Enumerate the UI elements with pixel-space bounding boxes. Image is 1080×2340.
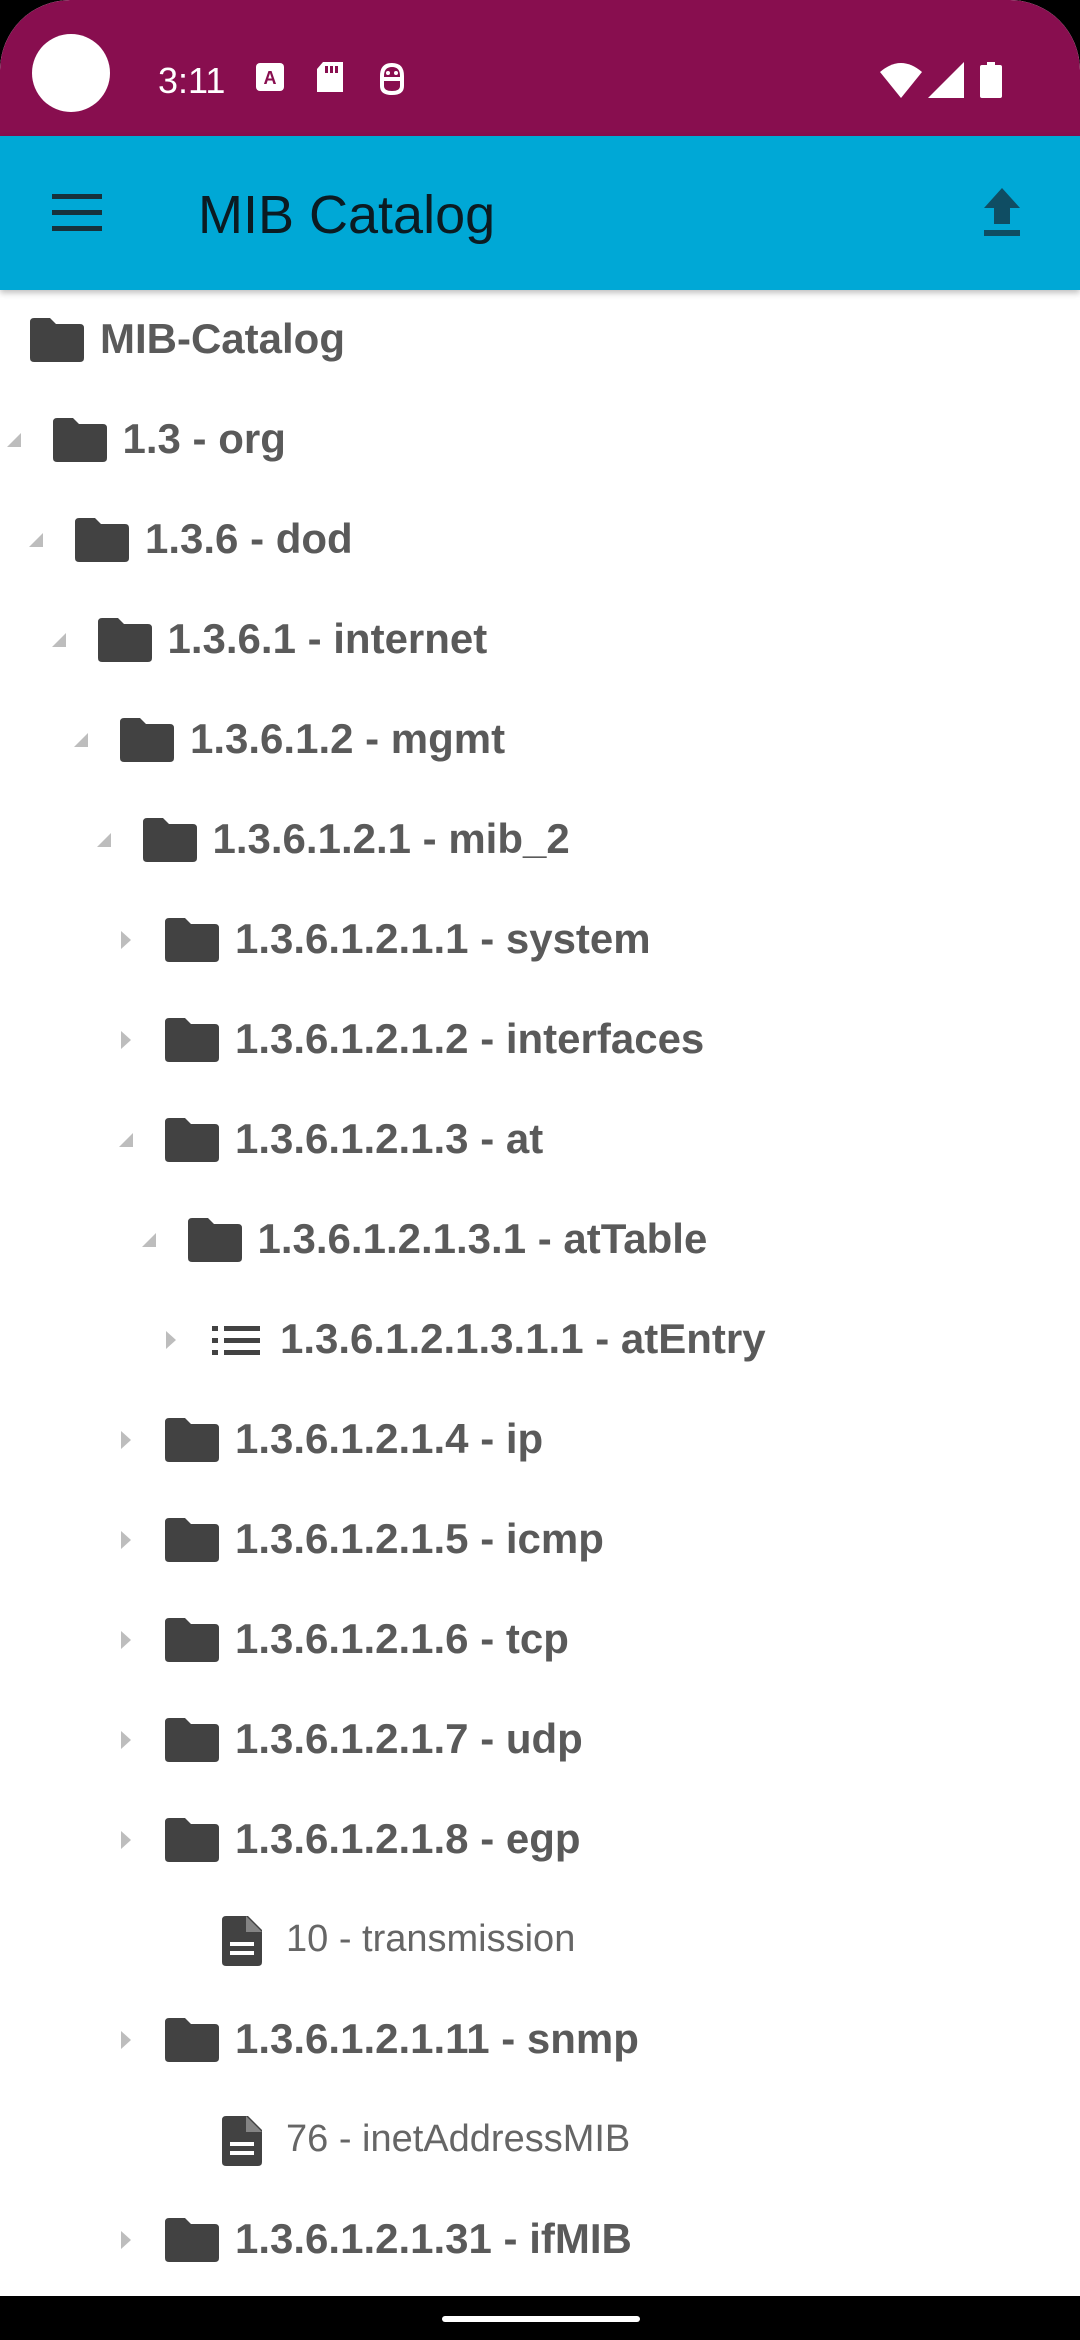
collapsed-arrow-icon[interactable] <box>111 1625 141 1655</box>
folder-icon <box>165 1618 219 1662</box>
tree-node[interactable]: 1.3.6.1.2.1.7 - udp <box>0 1690 1080 1790</box>
hamburger-menu-icon[interactable] <box>42 188 112 238</box>
tree-node-label: 76 - inetAddressMIB <box>286 2118 631 2160</box>
tree-node-label: 1.3.6.1.2.1.1 - system <box>235 915 651 962</box>
collapsed-arrow-icon[interactable] <box>111 2025 141 2055</box>
expanded-arrow-icon[interactable] <box>111 1125 141 1155</box>
tree-node[interactable]: 1.3 - org <box>0 390 1080 490</box>
tree-node-label: 1.3.6.1.2.1.6 - tcp <box>235 1615 569 1662</box>
expanded-arrow-icon[interactable] <box>134 1225 164 1255</box>
status-time: 3:11 <box>158 60 226 101</box>
tree-node-label: 1.3.6.1.2.1.7 - udp <box>235 1715 583 1762</box>
tree-node-label: 1.3.6.1.2.1.4 - ip <box>235 1415 544 1462</box>
folder-icon <box>165 1118 219 1162</box>
folder-icon <box>165 2018 219 2062</box>
tree-node-label: 10 - transmission <box>286 1918 576 1960</box>
home-gesture-handle[interactable] <box>442 2316 640 2322</box>
cell-signal-icon <box>928 62 964 98</box>
tree-node-label: 1.3.6 - dod <box>145 515 353 562</box>
tree-node-label: 1.3.6.1.2.1.31 - ifMIB <box>235 2215 632 2262</box>
collapsed-arrow-icon[interactable] <box>111 1725 141 1755</box>
tree-node-label: 1.3.6.1.2.1 - mib_2 <box>212 815 570 862</box>
tree-node[interactable]: 1.3.6.1.2.1.3 - at <box>0 1090 1080 1190</box>
tree-node[interactable]: 1.3.6.1.2.1.31 - ifMIB <box>0 2190 1080 2290</box>
expanded-arrow-icon[interactable] <box>44 625 74 655</box>
folder-icon <box>165 918 219 962</box>
tree-node[interactable]: 1.3.6.1.2.1.1 - system <box>0 890 1080 990</box>
tree-node-label: 1.3 - org <box>122 415 286 462</box>
folder-icon <box>165 1718 219 1762</box>
svg-text:A: A <box>264 68 277 88</box>
tree-node[interactable]: 1.3.6.1.2.1.6 - tcp <box>0 1590 1080 1690</box>
status-bar: 3:11 A <box>0 0 1080 136</box>
tree-node[interactable]: 1.3.6.1.2.1.4 - ip <box>0 1390 1080 1490</box>
tree-node-label: 1.3.6.1.2.1.3.1.1 - atEntry <box>280 1315 766 1362</box>
tree-node-label: 1.3.6.1.2.1.5 - icmp <box>235 1515 604 1562</box>
upload-icon[interactable] <box>972 182 1032 242</box>
collapsed-arrow-icon[interactable] <box>111 925 141 955</box>
tree-node-label: 1.3.6.1.2.1.3.1 - atTable <box>257 1215 708 1262</box>
tree-node[interactable]: 1.3.6.1.2.1.8 - egp <box>0 1790 1080 1890</box>
tree-node[interactable]: 1.3.6.1.2.1.11 - snmp <box>0 1990 1080 2090</box>
expanded-arrow-icon[interactable] <box>21 525 51 555</box>
tree-node[interactable]: 1.3.6.1.2.1.3.1 - atTable <box>0 1190 1080 1290</box>
tree-node-label: 1.3.6.1.2.1.8 - egp <box>235 1815 581 1862</box>
folder-icon <box>75 518 129 562</box>
tree-node[interactable]: 76 - inetAddressMIB <box>0 2090 1080 2190</box>
tree-node-label: 1.3.6.1.2.1.3 - at <box>235 1115 544 1162</box>
camera-cutout <box>32 34 110 112</box>
tree-node-label: 1.3.6.1.2 - mgmt <box>190 715 506 762</box>
wifi-icon <box>880 63 922 98</box>
folder-icon <box>165 1018 219 1062</box>
folder-icon <box>52 418 107 462</box>
tree-node[interactable]: 10 - transmission <box>0 1890 1080 1990</box>
folder-icon <box>187 1218 242 1262</box>
tree-node[interactable]: 1.3.6.1.2 - mgmt <box>0 690 1080 790</box>
collapsed-arrow-icon[interactable] <box>111 1425 141 1455</box>
document-icon <box>222 1916 262 1966</box>
tree-node[interactable]: 1.3.6 - dod <box>0 490 1080 590</box>
folder-icon <box>30 318 84 362</box>
tree-node-label: MIB-Catalog <box>100 315 345 362</box>
list-icon <box>212 1326 260 1355</box>
folder-icon <box>165 1518 219 1562</box>
collapsed-arrow-icon[interactable] <box>111 2225 141 2255</box>
tree-node[interactable]: 1.3.6.1.2.1.3.1.1 - atEntry <box>0 1290 1080 1390</box>
tree-node[interactable]: 1.3.6.1.2.1 - mib_2 <box>0 790 1080 890</box>
expanded-arrow-icon[interactable] <box>89 825 119 855</box>
tree-node[interactable]: 1.3.6.1.2.1.2 - interfaces <box>0 990 1080 1090</box>
android-debug-icon <box>380 62 404 96</box>
collapsed-arrow-icon[interactable] <box>111 1825 141 1855</box>
collapsed-arrow-icon[interactable] <box>156 1325 186 1355</box>
expanded-arrow-icon[interactable] <box>66 725 96 755</box>
folder-icon <box>165 1418 219 1462</box>
folder-icon <box>120 718 174 762</box>
tree-node[interactable]: 1.3.6.1 - internet <box>0 590 1080 690</box>
text-format-icon: A <box>256 63 284 91</box>
expanded-arrow-icon[interactable] <box>0 425 29 455</box>
collapsed-arrow-icon[interactable] <box>111 1025 141 1055</box>
app-screen: 3:11 A MIB Catalog MIB-Catalog 1.3 - org… <box>0 0 1080 2340</box>
document-icon <box>222 2116 262 2166</box>
folder-icon <box>97 618 152 662</box>
folder-icon <box>142 818 197 862</box>
folder-icon <box>165 2218 219 2262</box>
collapsed-arrow-icon[interactable] <box>111 1525 141 1555</box>
battery-icon <box>980 62 1002 98</box>
page-title: MIB Catalog <box>198 185 496 245</box>
tree-node[interactable]: MIB-Catalog <box>0 290 1080 390</box>
app-bar: MIB Catalog <box>0 136 1080 290</box>
tree-node-label: 1.3.6.1 - internet <box>167 615 488 662</box>
tree-node-label: 1.3.6.1.2.1.2 - interfaces <box>235 1015 705 1062</box>
sd-card-icon <box>317 62 343 92</box>
folder-icon <box>165 1818 219 1862</box>
tree-node[interactable]: 1.3.6.1.2.1.5 - icmp <box>0 1490 1080 1590</box>
tree-node-label: 1.3.6.1.2.1.11 - snmp <box>235 2015 639 2062</box>
